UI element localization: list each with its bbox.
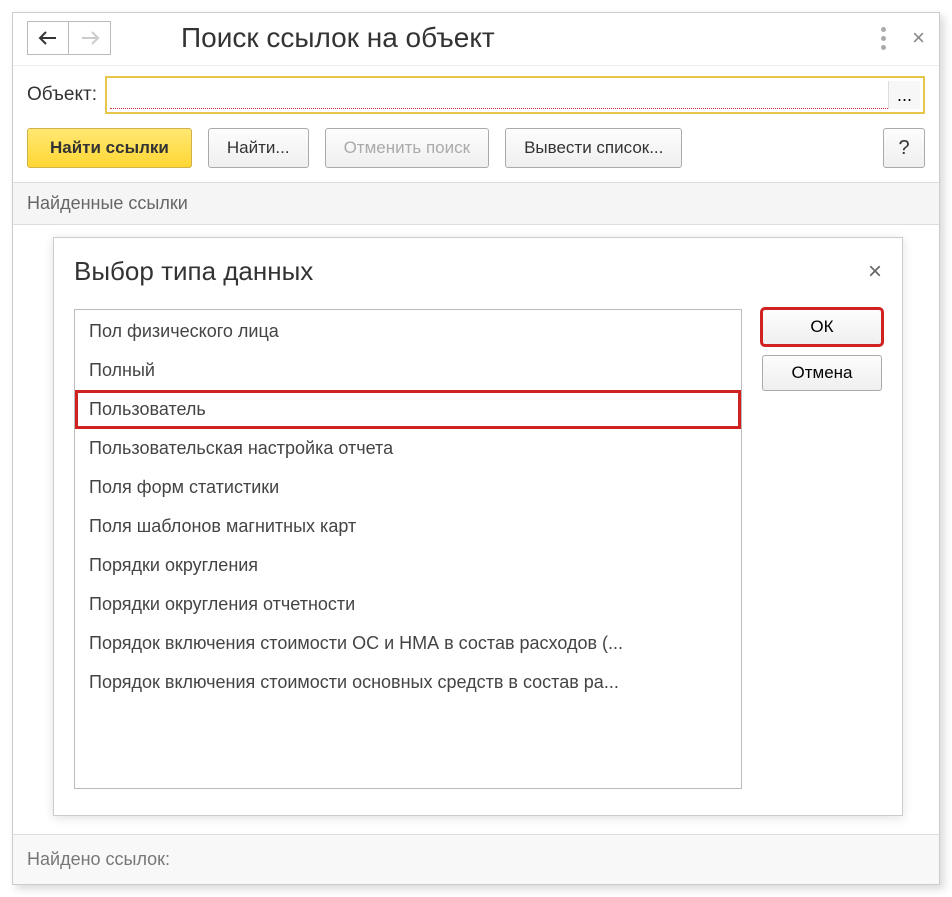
- list-item[interactable]: Порядок включения стоимости ОС и НМА в с…: [75, 624, 741, 663]
- back-button[interactable]: [27, 21, 69, 55]
- close-icon[interactable]: ×: [912, 25, 925, 51]
- dialog-body: Пол физического лицаПолныйПользовательПо…: [54, 301, 902, 815]
- list-item[interactable]: Пользователь: [75, 390, 741, 429]
- object-label: Объект:: [27, 84, 97, 106]
- list-item[interactable]: Поля шаблонов магнитных карт: [75, 507, 741, 546]
- list-item[interactable]: Порядок включения стоимости основных сре…: [75, 663, 741, 702]
- object-input[interactable]: [110, 81, 888, 109]
- nav-buttons: [27, 21, 111, 55]
- titlebar: Поиск ссылок на объект ×: [13, 13, 939, 66]
- arrow-left-icon: [38, 31, 58, 45]
- dialog-title: Выбор типа данных: [74, 256, 313, 287]
- help-button[interactable]: ?: [883, 128, 925, 168]
- list-item[interactable]: Порядки округления отчетности: [75, 585, 741, 624]
- list-item[interactable]: Порядки округления: [75, 546, 741, 585]
- cancel-search-button[interactable]: Отменить поиск: [325, 128, 490, 168]
- find-button[interactable]: Найти...: [208, 128, 309, 168]
- object-choose-button[interactable]: ...: [888, 81, 920, 109]
- dialog-titlebar: Выбор типа данных ×: [54, 238, 902, 301]
- status-footer: Найдено ссылок:: [13, 834, 939, 884]
- type-list[interactable]: Пол физического лицаПолныйПользовательПо…: [74, 309, 742, 789]
- type-chooser-dialog: Выбор типа данных × Пол физического лица…: [53, 237, 903, 816]
- list-item[interactable]: Полный: [75, 351, 741, 390]
- main-window: Поиск ссылок на объект × Объект: ... Най…: [12, 12, 940, 885]
- cancel-button[interactable]: Отмена: [762, 355, 882, 391]
- found-links-header: Найденные ссылки: [13, 182, 939, 225]
- kebab-menu-icon[interactable]: [881, 27, 886, 50]
- toolbar: Найти ссылки Найти... Отменить поиск Выв…: [13, 124, 939, 182]
- object-input-wrap: ...: [105, 76, 925, 114]
- list-item[interactable]: Пол физического лица: [75, 312, 741, 351]
- body-area: Выбор типа данных × Пол физического лица…: [13, 225, 939, 834]
- object-row: Объект: ...: [13, 66, 939, 124]
- find-links-button[interactable]: Найти ссылки: [27, 128, 192, 168]
- ok-button[interactable]: ОК: [762, 309, 882, 345]
- export-list-button[interactable]: Вывести список...: [505, 128, 682, 168]
- title-actions: ×: [881, 25, 925, 51]
- page-title: Поиск ссылок на объект: [181, 22, 495, 54]
- arrow-right-icon: [80, 31, 100, 45]
- dialog-buttons: ОК Отмена: [762, 309, 882, 789]
- forward-button[interactable]: [69, 21, 111, 55]
- dialog-close-icon[interactable]: ×: [868, 258, 882, 286]
- list-item[interactable]: Поля форм статистики: [75, 468, 741, 507]
- list-item[interactable]: Пользовательская настройка отчета: [75, 429, 741, 468]
